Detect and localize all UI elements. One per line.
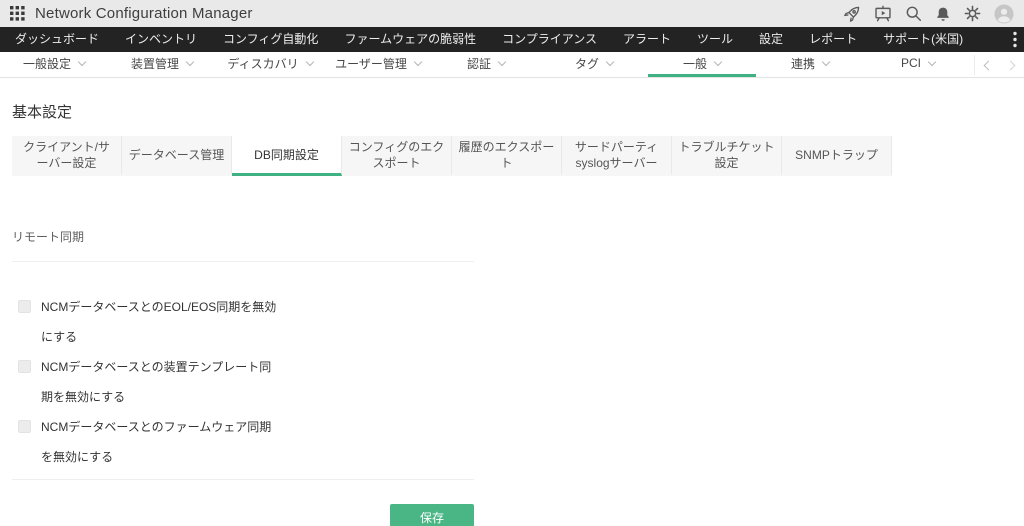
nav-item-tools[interactable]: ツール — [684, 27, 746, 52]
app-title: Network Configuration Manager — [35, 5, 253, 22]
nav-item-support[interactable]: サポート(米国) — [870, 27, 976, 52]
chevron-down-icon — [927, 57, 937, 66]
checkbox-label: NCMデータベースとのファームウェア同期を無効にする — [41, 420, 272, 464]
checkbox-list: NCMデータベースとのEOL/EOS同期を無効にする NCMデータベースとの装置… — [12, 262, 474, 480]
tab-client-server-settings[interactable]: クライアント/サーバー設定 — [12, 136, 122, 176]
subnav-item-device-management[interactable]: 装置管理 — [108, 52, 216, 77]
checkbox-item-disable-eol-eos-sync[interactable]: NCMデータベースとのEOL/EOS同期を無効にする — [12, 292, 474, 352]
scroll-right-icon[interactable] — [1005, 60, 1016, 70]
nav-item-alerts[interactable]: アラート — [610, 27, 684, 52]
user-avatar[interactable] — [994, 4, 1014, 24]
subnav-label: 一般設定 — [22, 56, 71, 71]
nav-item-reports[interactable]: レポート — [796, 27, 870, 52]
tab-history-export[interactable]: 履歴のエクスポート — [452, 136, 562, 176]
apps-grid-icon[interactable] — [10, 6, 25, 21]
subnav-label: PCI — [900, 56, 921, 70]
main-nav: ダッシュボード インベントリ コンフィグ自動化 ファームウェアの脆弱性 コンプラ… — [0, 27, 1024, 52]
nav-item-dashboard[interactable]: ダッシュボード — [2, 27, 112, 52]
chevron-down-icon — [413, 57, 423, 66]
form-actions: 保存 — [12, 480, 474, 526]
tab-database-management[interactable]: データベース管理 — [122, 136, 232, 176]
subnav-item-user-management[interactable]: ユーザー管理 — [324, 52, 432, 77]
chevron-down-icon — [497, 57, 507, 66]
subnav-item-general[interactable]: 一般 — [648, 52, 756, 77]
nav-item-settings[interactable]: 設定 — [746, 27, 796, 52]
chevron-down-icon — [605, 57, 615, 66]
divider: リモート同期 — [12, 176, 474, 262]
tab-config-export[interactable]: コンフィグのエクスポート — [342, 136, 452, 176]
subnav-label: 連携 — [790, 56, 815, 71]
nav-item-firmware-vulnerability[interactable]: ファームウェアの脆弱性 — [331, 27, 489, 52]
tab-snmp-trap[interactable]: SNMPトラップ — [782, 136, 892, 176]
tab-db-sync-settings[interactable]: DB同期設定 — [232, 136, 342, 176]
tab-trouble-ticket-settings[interactable]: トラブルチケット設定 — [672, 136, 782, 176]
chevron-down-icon — [305, 57, 314, 66]
kebab-menu-icon[interactable] — [1013, 31, 1017, 53]
checkbox-disable-eol-eos-sync[interactable] — [18, 300, 31, 313]
tab-thirdparty-syslog-server[interactable]: サードパーティsyslogサーバー — [562, 136, 672, 176]
nav-item-config-automation[interactable]: コンフィグ自動化 — [210, 27, 331, 52]
checkbox-disable-firmware-sync[interactable] — [18, 420, 31, 433]
subnav-pager — [974, 55, 1024, 75]
nav-item-compliance[interactable]: コンプライアンス — [489, 27, 610, 52]
topbar: Network Configuration Manager — [0, 0, 1024, 27]
checkbox-item-disable-device-template-sync[interactable]: NCMデータベースとの装置テンプレート同期を無効にする — [12, 352, 474, 412]
settings-tabstrip: クライアント/サーバー設定 データベース管理 DB同期設定 コンフィグのエクスポ… — [12, 136, 1024, 176]
checkbox-label: NCMデータベースとの装置テンプレート同期を無効にする — [41, 360, 272, 404]
chevron-down-icon — [713, 57, 723, 66]
rocket-icon[interactable] — [843, 5, 861, 23]
subnav-item-pci[interactable]: PCI — [864, 52, 972, 77]
page-title: 基本設定 — [12, 104, 73, 121]
checkbox-item-disable-firmware-sync[interactable]: NCMデータベースとのファームウェア同期を無効にする — [12, 412, 474, 472]
subnav-item-authentication[interactable]: 認証 — [432, 52, 540, 77]
subnav-item-discovery[interactable]: ディスカバリ — [216, 52, 324, 77]
subnav-item-integration[interactable]: 連携 — [756, 52, 864, 77]
checkbox-disable-device-template-sync[interactable] — [18, 360, 31, 373]
subnav-label: 一般 — [682, 56, 707, 71]
remote-sync-form: リモート同期 NCMデータベースとのEOL/EOS同期を無効にする NCMデータ… — [12, 176, 474, 480]
scroll-left-icon[interactable] — [983, 60, 994, 70]
subnav-item-general-settings[interactable]: 一般設定 — [0, 52, 108, 77]
search-icon[interactable] — [905, 5, 922, 22]
save-button[interactable]: 保存 — [390, 504, 474, 526]
checkbox-label: NCMデータベースとのEOL/EOS同期を無効にする — [41, 300, 277, 344]
chevron-down-icon — [185, 57, 195, 66]
bell-icon[interactable] — [935, 6, 951, 22]
subnav-label: タグ — [574, 56, 599, 71]
chevron-down-icon — [821, 57, 831, 66]
topbar-actions — [843, 4, 1014, 24]
gear-icon[interactable] — [964, 5, 981, 22]
chevron-down-icon — [77, 57, 87, 66]
subnav-label: 装置管理 — [130, 56, 179, 71]
subnav-label: ユーザー管理 — [335, 56, 407, 71]
content-area: 基本設定 クライアント/サーバー設定 データベース管理 DB同期設定 コンフィグ… — [0, 101, 1024, 526]
settings-subnav: 一般設定 装置管理 ディスカバリ ユーザー管理 認証 タグ 一般 連携 PCI — [0, 52, 1024, 78]
nav-item-inventory[interactable]: インベントリ — [112, 27, 210, 52]
subnav-label: 認証 — [466, 56, 491, 71]
section-title-remote-sync: リモート同期 — [12, 230, 85, 244]
subnav-item-tags[interactable]: タグ — [540, 52, 648, 77]
presentation-play-icon[interactable] — [874, 5, 892, 23]
subnav-label: ディスカバリ — [227, 56, 299, 71]
